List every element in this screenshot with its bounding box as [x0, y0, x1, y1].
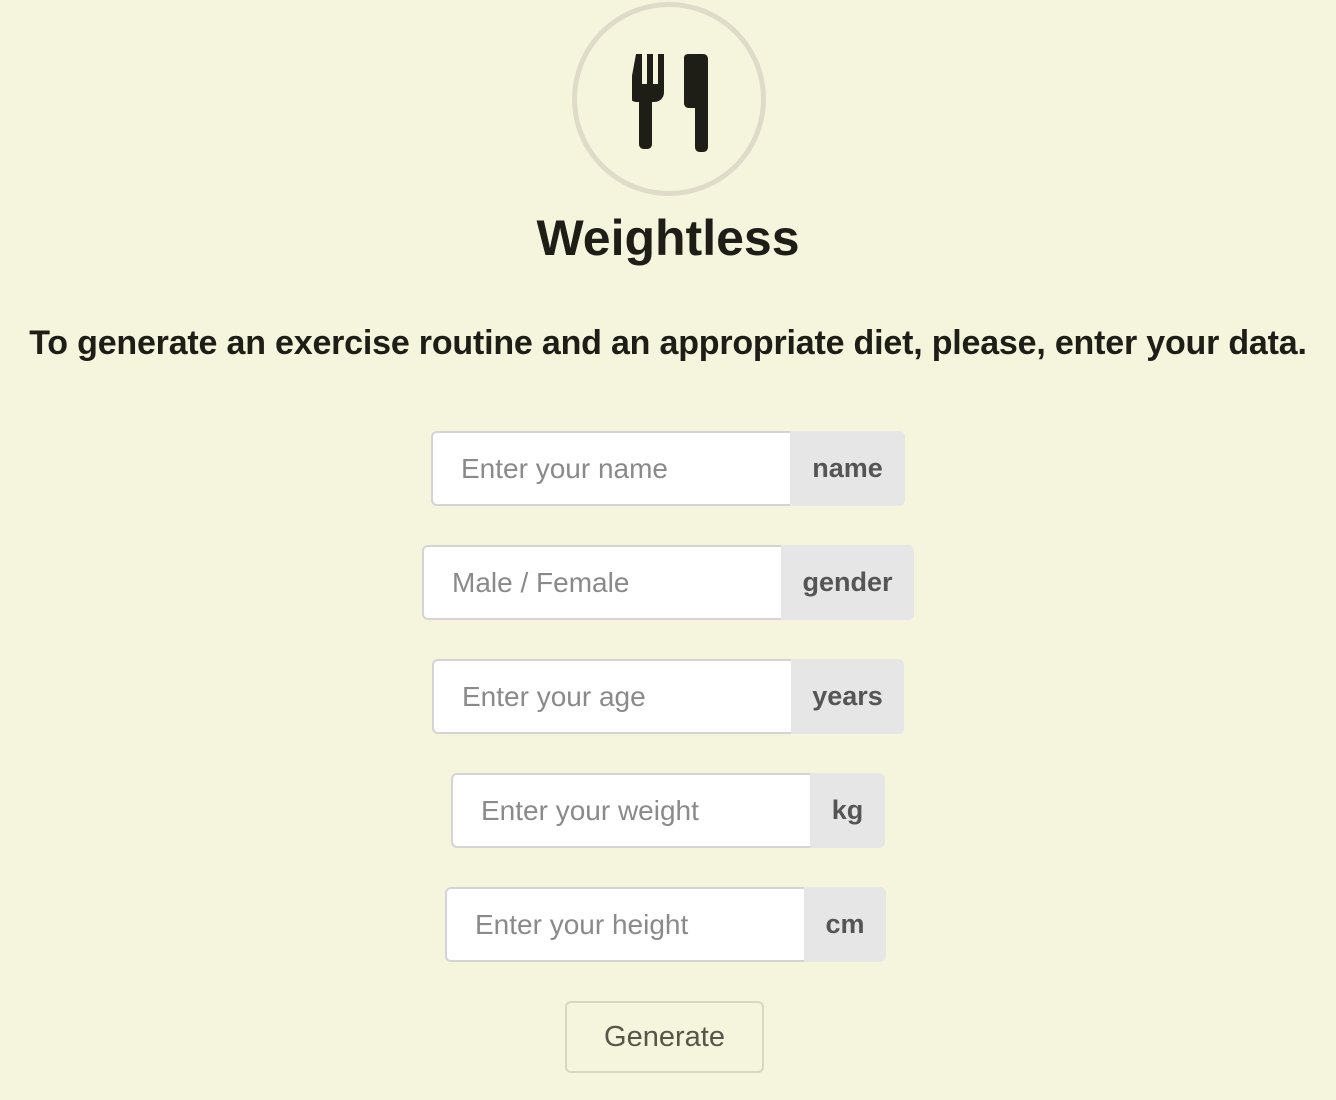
app-title: Weightless: [536, 210, 800, 266]
page: Weightless To generate an exercise routi…: [0, 0, 1336, 1100]
age-input[interactable]: [432, 659, 791, 734]
name-addon: name: [790, 431, 905, 506]
height-field-group: cm: [445, 887, 886, 962]
age-field-group: years: [432, 659, 904, 734]
weight-input[interactable]: [451, 773, 810, 848]
logo: [572, 2, 766, 196]
weight-addon: kg: [810, 773, 885, 848]
age-addon: years: [791, 659, 904, 734]
name-input[interactable]: [431, 431, 790, 506]
height-input[interactable]: [445, 887, 804, 962]
name-field-group: name: [431, 431, 905, 506]
fork-and-knife-icon: [632, 54, 708, 152]
gender-input[interactable]: [422, 545, 781, 620]
weight-field-group: kg: [451, 773, 885, 848]
gender-field-group: gender: [422, 545, 914, 620]
instructions-text: To generate an exercise routine and an a…: [29, 324, 1307, 362]
gender-addon: gender: [781, 545, 914, 620]
height-addon: cm: [804, 887, 886, 962]
generate-button[interactable]: Generate: [565, 1001, 764, 1073]
